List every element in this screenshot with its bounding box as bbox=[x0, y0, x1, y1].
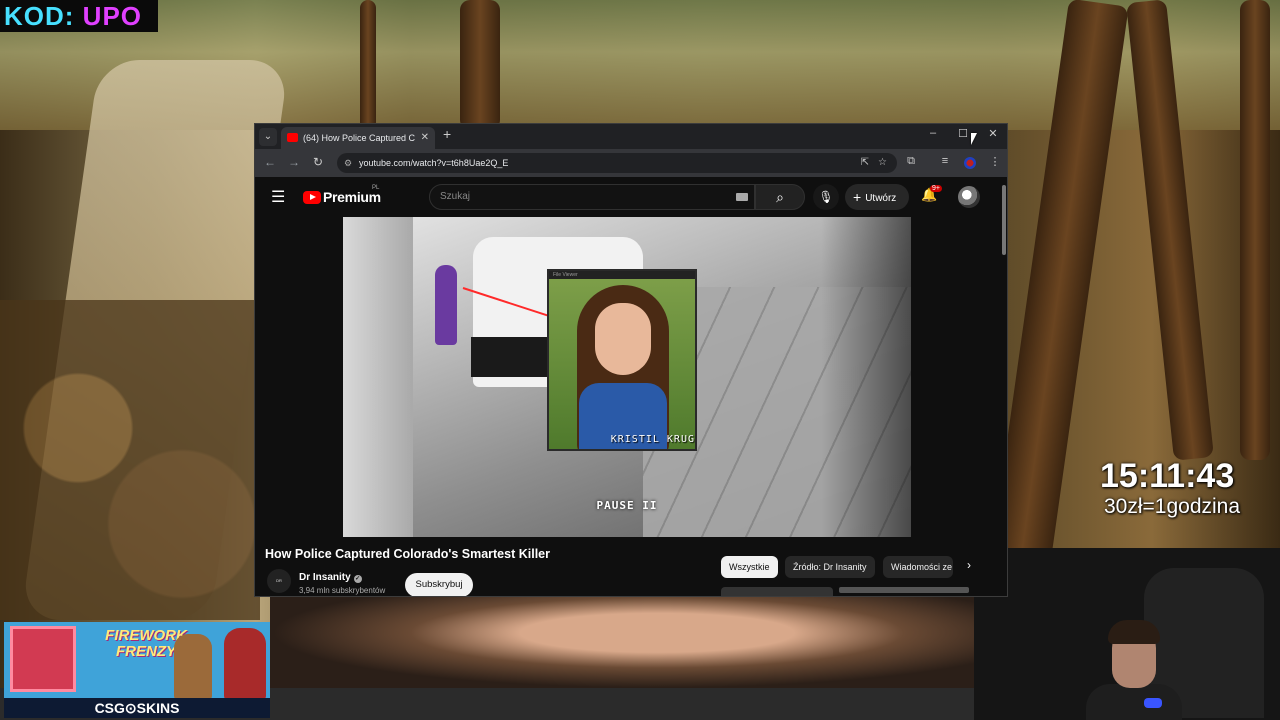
create-button[interactable]: + Utwórz bbox=[845, 184, 909, 210]
subscriber-count: 3,94 mln subskrybentów bbox=[299, 586, 386, 595]
tab-close-icon[interactable]: ✕ bbox=[421, 127, 429, 149]
ad-stall-art bbox=[10, 626, 76, 692]
tab-youtube[interactable]: (64) How Police Captured Colorado's Smar… bbox=[281, 127, 435, 149]
timer-value: 15:11:43 bbox=[1100, 457, 1235, 495]
promo-code-prefix: KOD: bbox=[4, 1, 83, 31]
back-button[interactable]: ← bbox=[261, 155, 279, 169]
url-text: youtube.com/watch?v=t6h8Uae2Q_E bbox=[359, 158, 509, 168]
channel-name-text: Dr Insanity bbox=[299, 572, 351, 583]
youtube-logo-icon[interactable] bbox=[303, 191, 321, 204]
address-bar-row: ← → ↻ ⚙ youtube.com/watch?v=t6h8Uae2Q_E … bbox=[255, 149, 1007, 177]
install-app-icon[interactable]: ⇱ bbox=[861, 153, 869, 173]
browser-window: ⌄ (64) How Police Captured Colorado's Sm… bbox=[254, 123, 1008, 597]
youtube-brand[interactable]: Premium bbox=[323, 189, 381, 205]
minimize-button[interactable]: – bbox=[923, 127, 943, 139]
bookmark-star-icon[interactable]: ☆ bbox=[878, 153, 887, 173]
ad-brand: CSG⊙SKINS bbox=[4, 698, 270, 718]
page-scrollbar[interactable] bbox=[1001, 177, 1007, 596]
create-label: Utwórz bbox=[865, 193, 897, 204]
chip-source[interactable]: Źródło: Dr Insanity bbox=[785, 556, 875, 578]
account-avatar[interactable] bbox=[958, 186, 980, 208]
hamburger-icon[interactable]: ☰ bbox=[271, 187, 285, 207]
channel-avatar[interactable]: DR INSANITY bbox=[267, 569, 291, 593]
video-shadow bbox=[821, 217, 911, 537]
video-garage-wall bbox=[343, 217, 413, 537]
tab-bar: ⌄ (64) How Police Captured Colorado's Sm… bbox=[255, 124, 1007, 149]
plus-icon: + bbox=[853, 189, 862, 205]
youtube-favicon-icon bbox=[287, 133, 298, 142]
tab-search-icon[interactable]: ⌄ bbox=[259, 128, 277, 146]
headset-light bbox=[1144, 698, 1162, 708]
photo-header: File Viewer bbox=[549, 271, 695, 279]
search-placeholder: Szukaj bbox=[440, 191, 471, 202]
close-window-button[interactable]: ✕ bbox=[983, 127, 1003, 140]
region-code: PL bbox=[372, 185, 380, 191]
reload-button[interactable]: ↻ bbox=[309, 155, 327, 169]
tree-trunk bbox=[460, 0, 500, 130]
chip-news[interactable]: Wiadomości ze świata bbox=[883, 556, 953, 578]
video-photo-overlay: File Viewer KRISTIL KRUG bbox=[547, 269, 697, 451]
recommended-thumbnail[interactable] bbox=[721, 587, 833, 596]
video-status-text: PAUSE II bbox=[596, 499, 658, 512]
keyboard-icon[interactable] bbox=[736, 193, 748, 201]
chevron-right-icon[interactable]: › bbox=[967, 558, 971, 572]
notification-badge: 9+ bbox=[930, 185, 942, 192]
fallen-leaves bbox=[0, 300, 260, 620]
subscribe-button[interactable]: Subskrybuj bbox=[405, 573, 473, 596]
ad-character bbox=[174, 634, 212, 700]
streamer-hair bbox=[1108, 620, 1160, 644]
tree-trunk bbox=[360, 0, 376, 130]
photo-face bbox=[595, 303, 651, 375]
video-push-bar bbox=[471, 337, 551, 377]
search-input[interactable]: Szukaj bbox=[429, 184, 755, 210]
webcam-feed bbox=[974, 548, 1280, 720]
profile-icon[interactable] bbox=[964, 157, 976, 169]
site-info-icon[interactable]: ⚙ bbox=[344, 153, 352, 173]
extensions-icon[interactable]: ⧉ bbox=[903, 155, 919, 168]
browser-menu-icon[interactable]: ⋮ bbox=[987, 155, 1003, 168]
verified-icon: ✓ bbox=[353, 575, 362, 583]
new-tab-button[interactable]: + bbox=[443, 126, 451, 142]
video-player[interactable]: File Viewer KRISTIL KRUG PAUSE II bbox=[343, 217, 911, 537]
streamer-body bbox=[1086, 684, 1182, 720]
chip-all[interactable]: Wszystkie bbox=[721, 556, 778, 578]
timer-rate: 30zł=1godzina bbox=[1104, 495, 1241, 518]
ad-character bbox=[224, 628, 266, 700]
mic-icon: 🎙 bbox=[818, 190, 834, 204]
maximize-button[interactable]: ☐ bbox=[953, 127, 973, 140]
promo-code-logo: KOD: UPO bbox=[0, 0, 158, 32]
forward-button[interactable]: → bbox=[285, 155, 303, 169]
scrollbar-thumb[interactable] bbox=[1002, 185, 1006, 255]
video-title: How Police Captured Colorado's Smartest … bbox=[265, 547, 550, 561]
media-controls-icon[interactable]: ≡ bbox=[937, 155, 953, 167]
voice-search-button[interactable]: 🎙 bbox=[813, 184, 839, 210]
address-bar[interactable]: ⚙ youtube.com/watch?v=t6h8Uae2Q_E ⇱ ☆ bbox=[337, 153, 897, 173]
youtube-header: ☰ Premium PL Szukaj ⌕ 🎙 + Utwórz 🔔 9+ bbox=[255, 177, 1007, 217]
promo-code-value: UPO bbox=[82, 1, 143, 31]
tab-title: (64) How Police Captured Colorado's Smar… bbox=[303, 133, 415, 143]
search-icon: ⌕ bbox=[776, 189, 784, 205]
tree-trunk bbox=[1240, 0, 1270, 460]
gameplay-closeup bbox=[270, 596, 974, 688]
search-button[interactable]: ⌕ bbox=[755, 184, 805, 210]
mouse-cursor-icon bbox=[971, 133, 983, 145]
channel-name[interactable]: Dr Insanity ✓ bbox=[299, 572, 362, 583]
recommended-title[interactable] bbox=[839, 587, 969, 593]
youtube-page: ☰ Premium PL Szukaj ⌕ 🎙 + Utwórz 🔔 9+ Fi… bbox=[255, 177, 1007, 596]
subathon-timer: 15:11:43 30zł=1godzina bbox=[1100, 458, 1270, 524]
photo-name: KRISTIL KRUG bbox=[610, 434, 695, 445]
sponsor-ad: FIREWORK FRENZY CSG⊙SKINS bbox=[4, 622, 270, 718]
video-person bbox=[435, 265, 457, 345]
